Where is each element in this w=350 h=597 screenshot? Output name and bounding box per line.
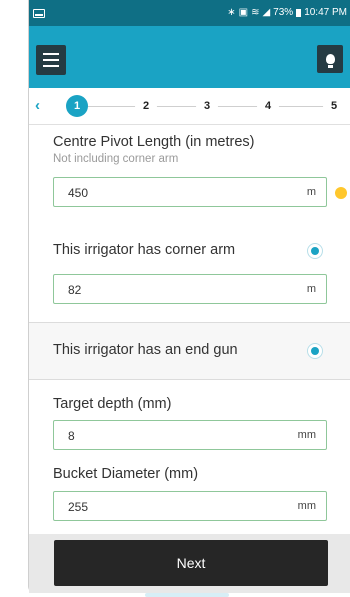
app-bar [29,26,350,88]
bucket-diameter-value: 255 [68,500,89,514]
notification-icon [33,8,45,18]
bluetooth-icon: ∗ [227,7,236,18]
bucket-diameter-input[interactable]: 255 mm [53,491,327,521]
bottom-bar: Next [29,534,350,593]
wifi-icon: ≋ [251,7,260,18]
status-bar: ∗ ▣ ≋ ◢ 73% 10:47 PM [29,0,350,26]
end-gun-label: This irrigator has an end gun [53,342,238,358]
bucket-diameter-label: Bucket Diameter (mm) [53,466,199,482]
corner-arm-value: 82 [68,283,82,297]
target-depth-unit: mm [297,429,316,441]
step-4[interactable]: 4 [257,95,279,117]
pivot-length-label: Centre Pivot Length (in metres) [53,134,255,150]
step-2[interactable]: 2 [135,95,157,117]
step-1[interactable]: 1 [66,95,88,117]
target-depth-input[interactable]: 8 mm [53,420,327,450]
hint-button[interactable] [317,45,343,73]
signal-icon: ◢ [262,7,271,18]
status-indicators: ∗ ▣ ≋ ◢ 73% 10:47 PM [227,7,347,18]
step-3[interactable]: 3 [196,95,218,117]
menu-button[interactable] [36,45,66,75]
battery-icon [296,8,302,17]
pivot-length-unit: m [306,186,316,198]
chevron-left-icon[interactable]: ‹ [35,97,40,114]
end-gun-toggle[interactable] [307,343,323,359]
corner-arm-toggle[interactable] [307,243,323,259]
step-5[interactable]: 5 [323,95,345,117]
target-depth-value: 8 [68,429,75,443]
target-depth-label: Target depth (mm) [53,396,172,412]
battery-percent: 73% [273,7,294,18]
section-divider [29,379,350,380]
corner-arm-input[interactable]: 82 m [53,274,327,304]
pivot-length-hint: Not including corner arm [53,153,179,165]
corner-arm-unit: m [306,283,316,295]
clock: 10:47 PM [304,7,347,18]
bucket-diameter-unit: mm [297,500,316,512]
home-indicator [145,593,229,597]
menu-icon [43,53,59,55]
warning-indicator [335,187,347,199]
lightbulb-icon [325,54,335,68]
step-indicator: ‹ 1 2 3 4 5 [29,88,350,125]
app-screen: ∗ ▣ ≋ ◢ 73% 10:47 PM ‹ 1 2 3 4 5 Centre … [29,0,350,597]
corner-arm-label: This irrigator has corner arm [53,242,236,258]
pivot-length-value: 450 [68,186,89,200]
pivot-length-input[interactable]: 450 m [53,177,327,207]
form-content: Centre Pivot Length (in metres) Not incl… [29,124,350,534]
next-button[interactable]: Next [54,540,328,586]
vibrate-icon: ▣ [238,7,249,18]
